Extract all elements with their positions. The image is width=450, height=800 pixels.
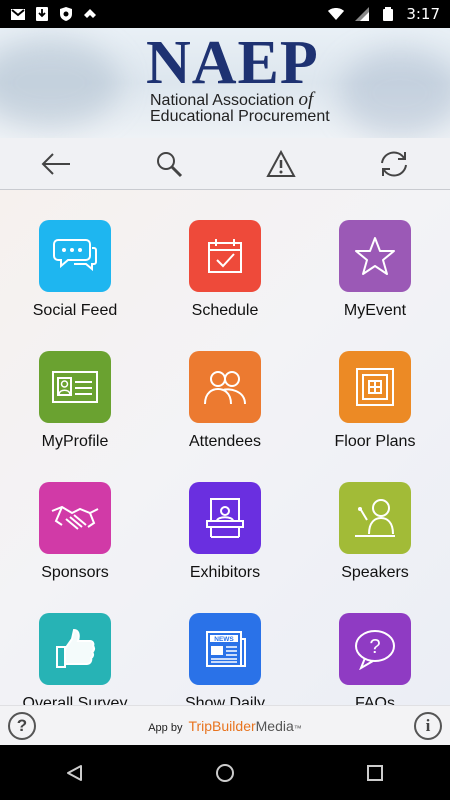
sync-button[interactable] (370, 142, 418, 186)
alerts-button[interactable] (257, 142, 305, 186)
logo-line1: National Association of (150, 89, 314, 110)
tile-exhibitors[interactable]: Exhibitors (150, 482, 300, 582)
tile-label: Sponsors (41, 564, 109, 581)
chat-bubbles-icon (53, 239, 97, 272)
tile-sponsors[interactable]: Sponsors (0, 482, 150, 582)
menu-grid: Social Feed Schedule MyEvent MyProfile A… (0, 190, 450, 705)
tile-myevent[interactable]: MyEvent (300, 220, 450, 320)
speaker-icon (355, 499, 395, 537)
star-icon (355, 237, 395, 275)
svg-text:?: ? (369, 636, 380, 658)
tile-label: FAQs (354, 695, 395, 705)
tile-floor-plans[interactable]: Floor Plans (300, 351, 450, 451)
tile-label: Social Feed (32, 302, 118, 319)
tile-social-feed[interactable]: Social Feed (0, 220, 150, 320)
tile-overall-survey[interactable]: Overall Survey (0, 613, 150, 705)
people-icon (204, 371, 246, 405)
help-button[interactable]: ? (8, 712, 36, 740)
calendar-check-icon (208, 239, 242, 273)
tile-label: Attendees (188, 433, 262, 450)
tile-label: Show Daily (184, 695, 266, 705)
tile-speakers[interactable]: Speakers (300, 482, 450, 582)
booth-icon (206, 498, 244, 538)
handshake-icon (51, 505, 99, 530)
tile-schedule[interactable]: Schedule (150, 220, 300, 320)
nav-recents-icon (367, 764, 383, 781)
tile-label: Floor Plans (334, 433, 416, 450)
battery-icon (383, 7, 394, 21)
logo-line2: Educational Procurement (150, 108, 330, 125)
nav-back-icon (67, 764, 82, 781)
app-by-label: App by (148, 721, 183, 734)
shield-icon (60, 7, 72, 21)
nav-home-button[interactable] (195, 751, 255, 795)
trademark: ™ (293, 723, 302, 733)
tile-label: MyProfile (41, 433, 109, 450)
tile-label: Overall Survey (22, 695, 128, 705)
alert-icon (266, 149, 296, 177)
wifi-icon (328, 8, 345, 20)
sync-icon (380, 151, 407, 176)
nav-back-button[interactable] (45, 751, 105, 795)
tile-attendees[interactable]: Attendees (150, 351, 300, 451)
footer: ? App by TripBuilderMedia™ i (0, 705, 450, 745)
newspaper-icon: NEWS (206, 631, 246, 667)
tile-show-daily[interactable]: NEWS Show Daily (150, 613, 300, 705)
tile-label: Speakers (341, 564, 409, 581)
status-bar: 3:17 (0, 0, 450, 28)
header-banner: NAEP National Association of Educational… (0, 28, 450, 138)
tile-label: MyEvent (343, 302, 407, 319)
nav-recents-button[interactable] (345, 751, 405, 795)
gmail-icon (11, 9, 25, 20)
id-card-icon (52, 371, 98, 403)
tile-label: Exhibitors (189, 564, 261, 581)
tripbuilder-brand: TripBuilder (188, 717, 256, 734)
android-nav-bar (0, 745, 450, 800)
thumbs-up-icon (56, 628, 96, 668)
floor-plan-icon (356, 368, 394, 406)
tile-label: Schedule (191, 302, 259, 319)
search-icon (156, 151, 182, 177)
download-icon (36, 7, 48, 21)
status-time: 3:17 (406, 5, 440, 23)
logo-word: NAEP (146, 29, 319, 97)
app-credit: App by TripBuilderMedia™ (148, 718, 302, 734)
question-bubble-icon: ? (355, 630, 395, 670)
tile-myprofile[interactable]: MyProfile (0, 351, 150, 451)
back-arrow-icon (41, 152, 71, 175)
back-button[interactable] (32, 142, 80, 186)
nav-home-icon (216, 763, 234, 782)
search-button[interactable] (145, 142, 193, 186)
tile-faqs[interactable]: ? FAQs (300, 613, 450, 705)
naep-logo: NAEP National Association of Educational… (146, 29, 330, 125)
media-brand: Media (255, 717, 294, 734)
toolbar (0, 138, 450, 190)
feedly-icon (84, 9, 96, 18)
signal-icon (355, 7, 370, 21)
svg-text:NEWS: NEWS (214, 636, 234, 643)
info-button[interactable]: i (414, 712, 442, 740)
